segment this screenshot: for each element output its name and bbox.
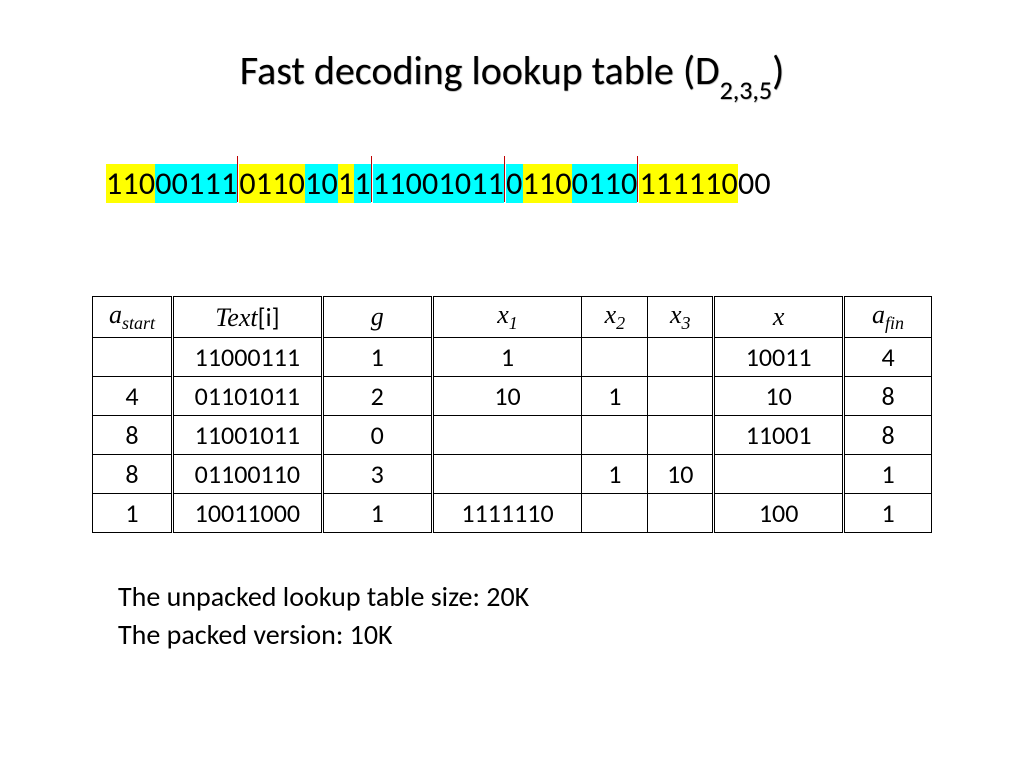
col-x2: x2 [582, 297, 648, 338]
bit-segment: 00111 [155, 164, 237, 203]
cell-x1 [432, 455, 582, 494]
col-x3: x3 [648, 297, 714, 338]
cell-x2 [582, 338, 648, 377]
col-x1: x1 [432, 297, 582, 338]
byte-separator [637, 156, 638, 202]
title-prefix: Fast decoding lookup table (D [240, 46, 720, 95]
cell-x3 [648, 494, 714, 533]
bit-segment: 0110 [239, 164, 305, 203]
cell-astart: 4 [93, 377, 173, 416]
table-header-row: astart Text[i] g x1 x2 x3 x afin [93, 297, 932, 338]
cell-x: 11001 [714, 416, 844, 455]
table-row: 80110011031101 [93, 455, 932, 494]
table-row: 1100011111100114 [93, 338, 932, 377]
hdr-g: g [371, 302, 384, 331]
title-suffix: ) [772, 46, 784, 95]
byte-separator [504, 156, 505, 202]
cell-afin: 8 [844, 416, 932, 455]
bit-segment: 1 [338, 164, 354, 203]
bitstring: 1100011101101011110010110110011011111000 [106, 148, 771, 203]
cell-text: 01101011 [172, 377, 322, 416]
hdr-x2: x [605, 300, 617, 329]
table-body: 1100011111100114401101011210110881100101… [93, 338, 932, 533]
table-row: 110011000111111101001 [93, 494, 932, 533]
cell-afin: 4 [844, 338, 932, 377]
hdr-x1-sub: 1 [509, 313, 518, 333]
lookup-table: astart Text[i] g x1 x2 x3 x afin 1100011… [92, 296, 932, 533]
cell-afin: 1 [844, 455, 932, 494]
cell-afin: 8 [844, 377, 932, 416]
cell-x2 [582, 494, 648, 533]
hdr-afin-sub: fin [885, 313, 904, 333]
hdr-text: Text [215, 303, 257, 332]
bit-segment: 110 [106, 164, 155, 203]
cell-x2: 1 [582, 455, 648, 494]
hdr-afin: a [872, 300, 885, 329]
cell-x3 [648, 338, 714, 377]
col-x: x [714, 297, 844, 338]
bit-segment: 110 [523, 164, 572, 203]
bit-segment: 111110 [639, 164, 738, 203]
hdr-x3-sub: 3 [682, 313, 691, 333]
table-row: 8110010110110018 [93, 416, 932, 455]
bit-segment: 10 [305, 164, 338, 203]
cell-text: 11001011 [172, 416, 322, 455]
cell-x2 [582, 416, 648, 455]
cell-x: 10 [714, 377, 844, 416]
cell-x2: 1 [582, 377, 648, 416]
slide-title: Fast decoding lookup table (D2,3,5) [0, 46, 1024, 100]
cell-x1: 1111110 [432, 494, 582, 533]
footer-notes: The unpacked lookup table size: 20K The … [118, 578, 529, 654]
bit-segment: 0110 [572, 164, 638, 203]
cell-g: 3 [322, 455, 432, 494]
bit-segment: 1 [354, 164, 370, 203]
note-packed: The packed version: 10K [118, 616, 529, 654]
title-subscript: 2,3,5 [720, 74, 773, 106]
cell-x: 10011 [714, 338, 844, 377]
hdr-x3: x [670, 300, 682, 329]
byte-separator [237, 156, 238, 202]
note-unpacked: The unpacked lookup table size: 20K [118, 578, 529, 616]
byte-separator [371, 156, 372, 202]
col-text: Text[i] [172, 297, 322, 338]
cell-g: 1 [322, 494, 432, 533]
cell-afin: 1 [844, 494, 932, 533]
bit-segment: 00 [738, 164, 771, 203]
cell-x3 [648, 377, 714, 416]
cell-x3: 10 [648, 455, 714, 494]
col-afin: afin [844, 297, 932, 338]
cell-x1: 10 [432, 377, 582, 416]
hdr-text-idx: [i] [258, 301, 280, 333]
cell-astart: 8 [93, 455, 173, 494]
table-row: 4011010112101108 [93, 377, 932, 416]
cell-x3 [648, 416, 714, 455]
cell-g: 0 [322, 416, 432, 455]
hdr-x2-sub: 2 [616, 313, 625, 333]
hdr-x: x [773, 302, 785, 331]
col-g: g [322, 297, 432, 338]
cell-g: 1 [322, 338, 432, 377]
cell-g: 2 [322, 377, 432, 416]
cell-x: 100 [714, 494, 844, 533]
hdr-a: a [109, 300, 122, 329]
cell-text: 11000111 [172, 338, 322, 377]
cell-x1: 1 [432, 338, 582, 377]
cell-astart: 1 [93, 494, 173, 533]
cell-x [714, 455, 844, 494]
bit-segment: 11001011 [373, 164, 504, 203]
cell-text: 10011000 [172, 494, 322, 533]
bit-segment: 0 [506, 164, 522, 203]
hdr-start: start [122, 313, 155, 333]
hdr-x1: x [497, 300, 509, 329]
lookup-table-wrap: astart Text[i] g x1 x2 x3 x afin 1100011… [92, 296, 932, 533]
cell-text: 01100110 [172, 455, 322, 494]
col-astart: astart [93, 297, 173, 338]
cell-astart [93, 338, 173, 377]
slide: Fast decoding lookup table (D2,3,5) 1100… [0, 0, 1024, 768]
cell-astart: 8 [93, 416, 173, 455]
cell-x1 [432, 416, 582, 455]
